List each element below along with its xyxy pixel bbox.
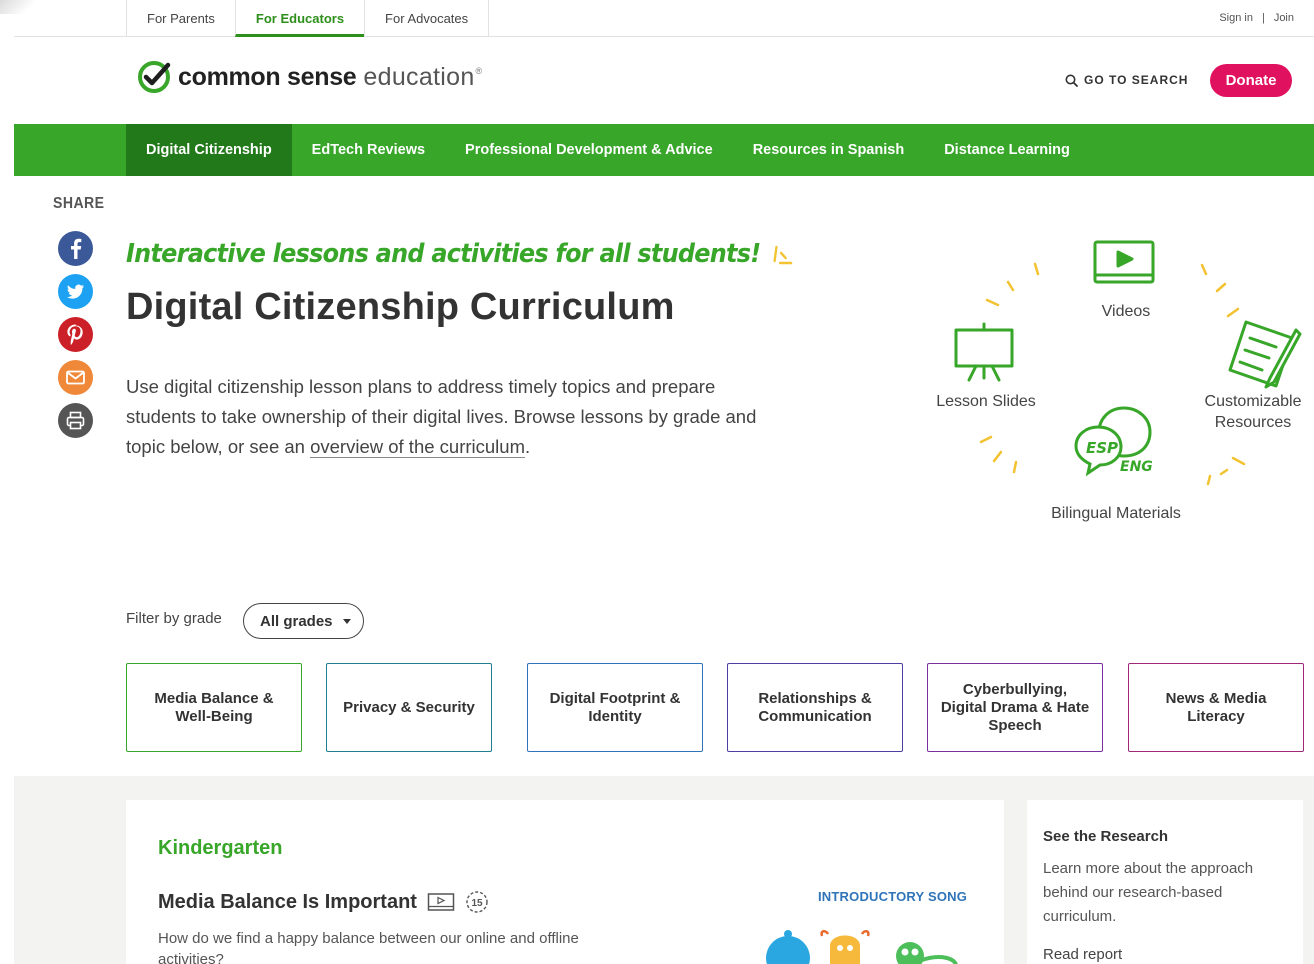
grade-select-value: All grades bbox=[260, 612, 333, 630]
grade-select[interactable]: All grades bbox=[243, 603, 364, 639]
timer-icon: 15 bbox=[466, 891, 488, 913]
customizable-resources-icon bbox=[1228, 320, 1302, 389]
nav-distance-learning[interactable]: Distance Learning bbox=[924, 124, 1090, 176]
sparkle-icon bbox=[773, 245, 793, 264]
tagline-text: Interactive lessons and activities for a… bbox=[126, 239, 761, 269]
site-logo[interactable]: common sense education ® bbox=[137, 60, 482, 94]
nav-edtech-reviews[interactable]: EdTech Reviews bbox=[292, 124, 445, 176]
join-link[interactable]: Join bbox=[1274, 12, 1294, 24]
intro-period: . bbox=[524, 436, 531, 457]
feature-customizable-resources-label: Customizable Resources bbox=[1196, 391, 1310, 433]
share-label: SHARE bbox=[53, 195, 105, 212]
audience-tabs: For Parents For Educators For Advocates bbox=[126, 0, 490, 37]
facebook-icon bbox=[71, 238, 82, 259]
curriculum-overview-link[interactable]: overview of the curriculum bbox=[310, 436, 525, 458]
lesson-duration: 15 bbox=[471, 898, 483, 909]
lesson-slides-icon bbox=[954, 322, 1014, 382]
hero-intro: Use digital citizenship lesson plans to … bbox=[126, 372, 766, 462]
email-share-button[interactable] bbox=[58, 360, 93, 395]
feature-lesson-slides-label: Lesson Slides bbox=[936, 393, 1036, 410]
search-icon bbox=[1065, 74, 1078, 87]
lesson-title-text: Media Balance Is Important bbox=[158, 890, 417, 913]
introductory-song-label: INTRODUCTORY SONG bbox=[818, 889, 968, 904]
feature-videos-label: Videos bbox=[1101, 303, 1151, 320]
sign-in-link[interactable]: Sign in bbox=[1219, 12, 1253, 24]
grade-heading: Kindergarten bbox=[158, 837, 283, 859]
hero-tagline: Interactive lessons and activities for a… bbox=[126, 239, 796, 269]
twitter-icon bbox=[67, 284, 84, 299]
logo-registered-mark: ® bbox=[475, 66, 483, 76]
print-icon bbox=[66, 411, 85, 430]
go-to-search-link[interactable]: GO TO SEARCH bbox=[1065, 73, 1188, 87]
bilingual-icon: ESP ENG bbox=[1074, 406, 1153, 477]
nav-professional-development[interactable]: Professional Development & Advice bbox=[445, 124, 733, 176]
tab-for-advocates[interactable]: For Advocates bbox=[364, 0, 490, 37]
video-lesson-icon bbox=[427, 893, 455, 911]
feature-bilingual-label: Bilingual Materials bbox=[1051, 505, 1181, 522]
characters-illustration bbox=[766, 930, 958, 964]
topic-relationships[interactable]: Relationships & Communication bbox=[727, 663, 903, 752]
customizable-line-2: Resources bbox=[1214, 414, 1292, 431]
read-report-link[interactable]: Read report bbox=[1043, 946, 1122, 963]
esp-label: ESP bbox=[1086, 439, 1118, 457]
topic-digital-footprint[interactable]: Digital Footprint & Identity bbox=[527, 663, 703, 752]
donate-button[interactable]: Donate bbox=[1210, 64, 1292, 97]
tab-for-parents[interactable]: For Parents bbox=[126, 0, 235, 37]
tab-for-educators[interactable]: For Educators bbox=[234, 0, 365, 37]
logo-common-sense: common sense bbox=[178, 62, 357, 91]
account-links: Sign in | Join bbox=[1219, 12, 1294, 24]
nav-digital-citizenship[interactable]: Digital Citizenship bbox=[126, 124, 292, 176]
lesson-description: How do we find a happy balance between o… bbox=[158, 930, 579, 964]
pinterest-icon bbox=[67, 324, 83, 345]
logo-education: education bbox=[363, 62, 475, 91]
checkmark-logo-icon bbox=[138, 61, 171, 93]
chevron-down-icon bbox=[343, 619, 351, 624]
main-nav: Digital Citizenship EdTech Reviews Profe… bbox=[14, 124, 1314, 176]
print-share-button[interactable] bbox=[58, 403, 93, 438]
account-separator: | bbox=[1261, 12, 1265, 24]
twitter-share-button[interactable] bbox=[58, 274, 93, 309]
lesson-title[interactable]: Media Balance Is Important 15 bbox=[158, 890, 489, 914]
topic-cyberbullying[interactable]: Cyberbullying, Digital Drama & Hate Spee… bbox=[927, 663, 1103, 752]
pinterest-share-button[interactable] bbox=[58, 317, 93, 352]
search-label: GO TO SEARCH bbox=[1084, 73, 1189, 87]
topic-privacy-security[interactable]: Privacy & Security bbox=[326, 663, 492, 752]
eng-label: ENG bbox=[1120, 459, 1153, 475]
topic-media-balance[interactable]: Media Balance & Well-Being bbox=[126, 663, 302, 752]
features-illustration: ESP ENG bbox=[954, 240, 1302, 486]
customizable-line-1: Customizable bbox=[1204, 393, 1302, 410]
research-text: Learn more about the approach behind our… bbox=[1043, 860, 1254, 925]
filter-by-grade-label: Filter by grade bbox=[126, 610, 222, 627]
page-title: Digital Citizenship Curriculum bbox=[126, 286, 675, 328]
video-icon bbox=[1093, 240, 1155, 284]
nav-resources-in-spanish[interactable]: Resources in Spanish bbox=[733, 124, 925, 176]
email-icon bbox=[66, 370, 85, 385]
topic-news-media-literacy[interactable]: News & Media Literacy bbox=[1128, 663, 1304, 752]
utility-bar: For Parents For Educators For Advocates … bbox=[14, 0, 1314, 37]
facebook-share-button[interactable] bbox=[58, 231, 93, 266]
research-title: See the Research bbox=[1043, 828, 1169, 845]
